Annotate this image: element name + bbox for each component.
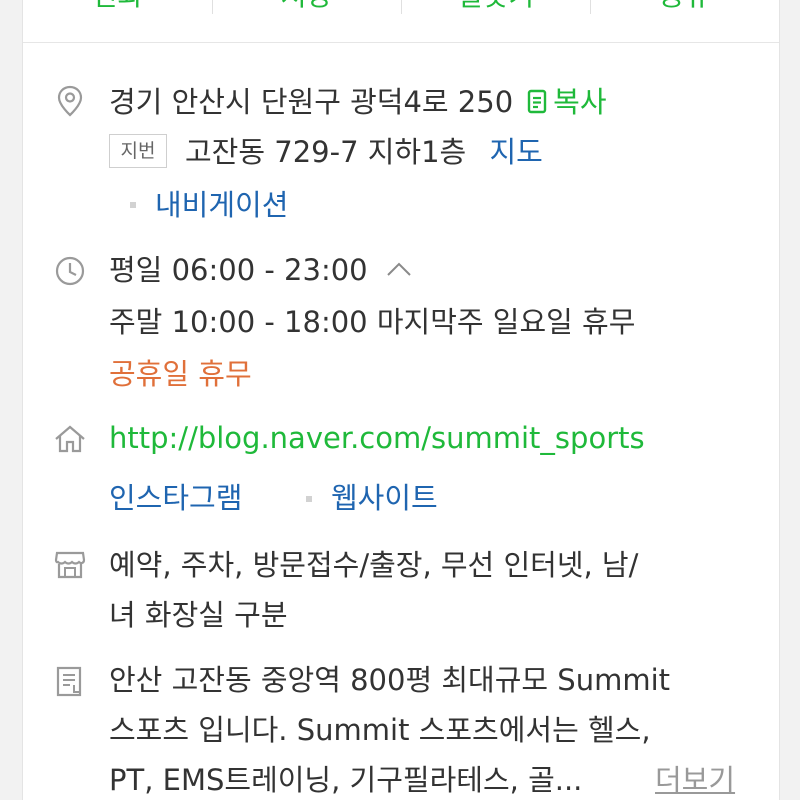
action-bar: 전화 저장 길찾기 공유	[23, 0, 779, 43]
clock-icon	[55, 256, 85, 286]
weekday-hours-text: 평일 06:00 - 23:00	[109, 253, 368, 287]
lot-address-text: 고잔동 729-7 지하1층	[185, 135, 467, 169]
bullet-dot	[130, 202, 136, 208]
road-address: 경기 안산시 단원구 광덕4로 250 복사	[109, 82, 607, 122]
directions-button[interactable]: 길찾기	[401, 0, 590, 42]
description-line-2: 스포츠 입니다. Summit 스포츠에서는 헬스,	[109, 713, 651, 747]
copy-icon[interactable]	[527, 89, 549, 115]
bullet-dot	[306, 496, 312, 502]
description-line-1: 안산 고잔동 중앙역 800평 최대규모 Summit	[109, 663, 670, 697]
document-icon	[56, 666, 82, 697]
lot-address: 고잔동 729-7 지하1층 지도	[185, 132, 543, 172]
map-link[interactable]: 지도	[489, 135, 542, 169]
store-icon	[54, 551, 86, 579]
road-address-text: 경기 안산시 단원구 광덕4로 250	[109, 85, 514, 119]
call-button[interactable]: 전화	[23, 0, 212, 42]
save-button[interactable]: 저장	[212, 0, 401, 42]
place-info-card: 전화 저장 길찾기 공유 경기 안산시 단원구 광덕4로 250 복사 지번 고잔…	[22, 0, 780, 800]
copy-address-button[interactable]: 복사	[553, 85, 606, 119]
lot-address-tag: 지번	[109, 134, 167, 168]
home-icon	[55, 425, 85, 453]
instagram-link[interactable]: 인스타그램	[109, 478, 242, 518]
chevron-up-icon[interactable]	[386, 261, 412, 277]
weekend-hours: 주말 10:00 - 18:00 마지막주 일요일 휴무	[109, 305, 636, 339]
website-link[interactable]: 웹사이트	[331, 478, 438, 518]
holiday-notice: 공휴일 휴무	[109, 357, 252, 391]
more-button[interactable]: 더보기	[655, 760, 735, 800]
navigation-link[interactable]: 내비게이션	[155, 185, 288, 225]
website-url-link[interactable]: http://blog.naver.com/summit_sports	[109, 418, 645, 458]
amenities-line-1: 예약, 주차, 방문접수/출장, 무선 인터넷, 남/	[109, 548, 639, 582]
weekday-hours: 평일 06:00 - 23:00	[109, 250, 412, 290]
description-line-3: PT, EMS트레이닝, 기구필라테스, 골...	[109, 763, 583, 797]
amenities-line-2: 녀 화장실 구분	[109, 598, 288, 632]
share-button[interactable]: 공유	[590, 0, 779, 42]
location-pin-icon	[57, 85, 83, 117]
